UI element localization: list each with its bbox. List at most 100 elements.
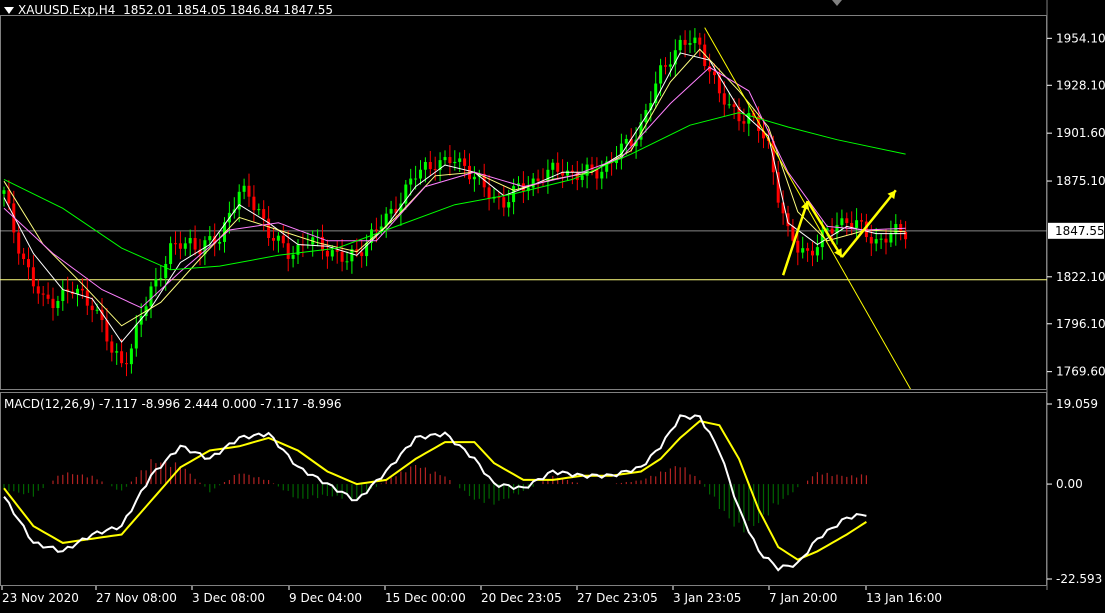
candle-body [428, 161, 432, 170]
candle-body [423, 161, 427, 170]
candle-body [600, 171, 604, 179]
candle-body [855, 220, 859, 229]
candle-body [22, 253, 26, 260]
candle-body [551, 162, 555, 170]
candle-body [624, 138, 628, 144]
candle-body [566, 170, 569, 176]
candle-body [448, 157, 452, 164]
price-tick-label: 1822.10 [1056, 270, 1105, 284]
macd-header: MACD(12,26,9) -7.117 -8.996 2.444 0.000 … [4, 397, 342, 411]
candle-body [56, 301, 60, 309]
candle-body [389, 208, 393, 214]
candle-body [472, 176, 476, 180]
candle-body [41, 293, 45, 295]
time-axis-label: 7 Jan 20:00 [769, 591, 837, 605]
candle-body [815, 247, 819, 256]
candle-body [188, 238, 192, 244]
trading-chart[interactable]: 1954.10 1928.10 1901.60 1875.10 1822.10 1796.… [0, 0, 1105, 609]
candle-body [272, 238, 275, 241]
candle-body [879, 238, 883, 240]
candle-body [325, 250, 329, 257]
candle-body [360, 252, 364, 257]
candle-body [507, 202, 511, 208]
candle-body [36, 286, 40, 294]
candle-body [502, 197, 506, 208]
symbol-label: XAUUSD.Exp,H4 [18, 3, 116, 17]
candle-body [801, 248, 805, 253]
candle-body [742, 121, 746, 124]
price-tick-label: 1954.10 [1056, 31, 1105, 45]
candle-body [419, 169, 422, 179]
candle-body [183, 243, 187, 249]
candle-body [732, 104, 736, 107]
candle-body [7, 190, 11, 204]
candle-body [889, 233, 893, 243]
candle-body [262, 209, 266, 219]
candle-body [218, 241, 222, 244]
candle-body [693, 37, 697, 44]
candle-body [659, 65, 663, 84]
candle-body [129, 348, 133, 365]
time-axis-label: 3 Jan 23:05 [673, 591, 741, 605]
candle-body [257, 209, 261, 211]
chart-canvas[interactable]: 1954.10 1928.10 1901.60 1875.10 1822.10 1796.… [0, 0, 1105, 609]
time-axis-label: 27 Nov 08:00 [96, 591, 177, 605]
macd-line [3, 414, 867, 572]
zigzag-arrow-line[interactable] [781, 200, 809, 276]
candle-body [164, 263, 168, 279]
candle-body [80, 288, 84, 291]
price-tick-label: 1928.10 [1056, 78, 1105, 92]
price-tick-label: 1769.60 [1056, 365, 1105, 379]
macd-tick-label: -22.593 [1056, 572, 1102, 586]
chart-menu-icon[interactable] [4, 7, 14, 14]
candle-body [286, 243, 290, 259]
candle-body [845, 218, 849, 223]
chart-header: XAUUSD.Exp,H4 1852.01 1854.05 1846.84 18… [4, 3, 333, 17]
time-axis-label: 15 Dec 00:00 [385, 591, 466, 605]
candle-body [159, 278, 163, 280]
candle-body [76, 288, 79, 294]
macd-tick-label: 0.00 [1056, 477, 1083, 491]
candle-body [2, 190, 6, 194]
candle-body [17, 232, 21, 254]
candle-body [722, 93, 726, 105]
candle-body [193, 238, 197, 250]
candle-body [120, 351, 124, 364]
candle-body [178, 243, 182, 249]
zigzag-arrow-line[interactable] [840, 189, 897, 258]
macd-tick-label: 19.059 [1056, 397, 1098, 411]
candle-body [267, 218, 271, 239]
candle-body [678, 39, 682, 51]
moving-average-line [3, 66, 906, 309]
scroll-marker-icon[interactable] [832, 0, 842, 6]
candle-body [727, 104, 731, 106]
candle-body [869, 237, 873, 244]
candle-body [840, 218, 844, 226]
signal-line [3, 420, 867, 561]
candle-body [860, 220, 863, 222]
candle-body [345, 261, 349, 263]
candle-body [414, 178, 418, 180]
candle-body [95, 309, 99, 311]
candle-body [688, 43, 692, 45]
candle-body [169, 243, 173, 264]
candle-body [830, 228, 834, 234]
price-tick-label: 1901.60 [1056, 126, 1105, 140]
candle-body [374, 229, 378, 231]
candle-body [443, 157, 447, 161]
candle-body [433, 169, 437, 171]
candle-body [51, 298, 55, 309]
candle-body [31, 267, 35, 287]
candle-body [85, 290, 89, 306]
moving-average-line [3, 48, 906, 327]
candle-body [713, 71, 716, 76]
candle-body [884, 238, 888, 243]
candle-body [105, 320, 109, 342]
candle-body [580, 175, 584, 180]
candle-body [134, 324, 138, 349]
time-axis-label: 13 Jan 16:00 [866, 591, 942, 605]
candle-body [409, 178, 413, 185]
price-tick-label: 1875.10 [1056, 174, 1105, 188]
candle-body [668, 64, 672, 67]
candle-body [115, 351, 119, 353]
